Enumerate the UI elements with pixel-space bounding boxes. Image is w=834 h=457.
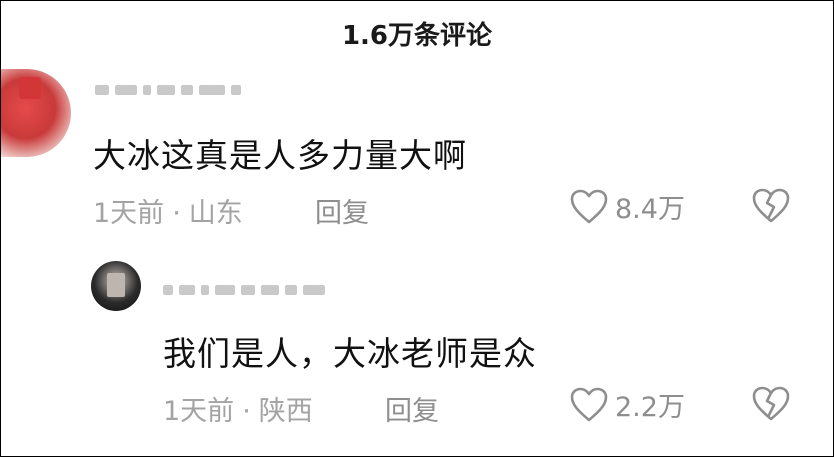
comments-panel: 1.6万条评论 大冰这真是人多力量大啊 1天前 · 山东 回复 8.4万 我们是人，…: [0, 0, 834, 457]
dislike-button[interactable]: [751, 187, 791, 229]
meta-separator: ·: [172, 198, 181, 229]
heart-outline-icon: [570, 189, 608, 223]
avatar-blur: [107, 273, 125, 297]
like-button[interactable]: 8.4万: [569, 187, 685, 226]
like-button[interactable]: 2.2万: [569, 385, 685, 424]
avatar[interactable]: [91, 261, 141, 311]
comment-meta: 1天前 · 山东: [93, 191, 243, 230]
like-count: 2.2万: [615, 392, 685, 423]
username-redacted[interactable]: [163, 277, 325, 303]
reply-button[interactable]: 回复: [385, 389, 439, 428]
comment-location: 陕西: [258, 396, 313, 427]
broken-heart-icon: [752, 386, 790, 421]
comment-meta: 1天前 · 陕西: [163, 389, 313, 428]
avatar[interactable]: [1, 69, 71, 157]
comment-time: 1天前: [163, 396, 235, 427]
comment-location: 山东: [188, 198, 243, 229]
comment-count-title: 1.6万条评论: [341, 21, 493, 51]
reply-button[interactable]: 回复: [315, 191, 369, 230]
meta-separator: ·: [242, 396, 251, 427]
avatar-blur: [19, 77, 41, 99]
username-redacted[interactable]: [95, 77, 241, 103]
heart-outline-icon: [570, 387, 608, 421]
dislike-button[interactable]: [751, 385, 791, 427]
broken-heart-icon: [752, 188, 790, 223]
comment-time: 1天前: [93, 198, 165, 229]
comment-text: 大冰这真是人多力量大啊: [93, 136, 467, 175]
like-count: 8.4万: [615, 194, 685, 225]
comment-text: 我们是人，大冰老师是众: [163, 334, 537, 373]
